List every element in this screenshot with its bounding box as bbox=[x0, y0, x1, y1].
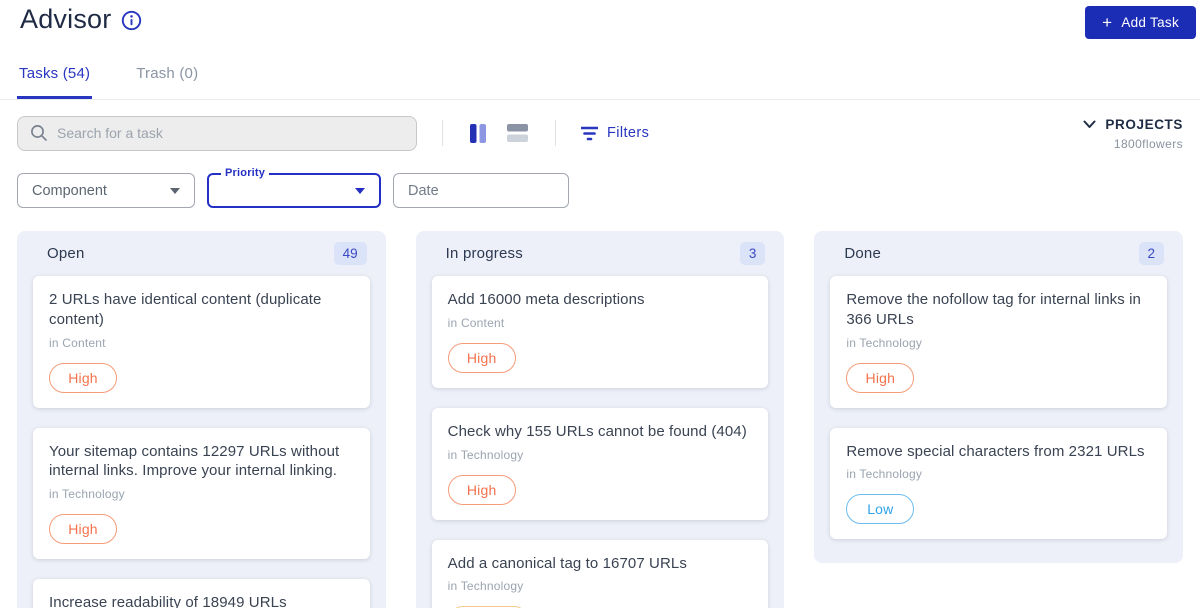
date-filter-label: Date bbox=[408, 182, 439, 199]
column-title: In progress bbox=[445, 245, 523, 262]
column-header: Done 2 bbox=[830, 231, 1167, 276]
add-task-label: Add Task bbox=[1121, 15, 1179, 30]
plus-icon: + bbox=[1102, 13, 1113, 32]
kanban-view-button[interactable] bbox=[468, 122, 489, 145]
filters-label: Filters bbox=[607, 125, 650, 141]
toolbar-divider bbox=[555, 120, 556, 146]
component-filter-label: Component bbox=[32, 182, 107, 199]
toolbar-divider bbox=[442, 120, 443, 146]
projects-label: PROJECTS bbox=[1105, 116, 1183, 132]
task-card[interactable]: Remove special characters from 2321 URLs… bbox=[830, 427, 1168, 540]
priority-badge: High bbox=[49, 514, 117, 545]
task-card[interactable]: Check why 155 URLs cannot be found (404)… bbox=[431, 407, 769, 520]
task-card[interactable]: Add a canonical tag to 16707 URLs in Tec… bbox=[431, 539, 769, 608]
list-view-icon bbox=[507, 124, 528, 142]
component-filter-select[interactable]: Component bbox=[17, 173, 195, 208]
chevron-down-icon bbox=[1083, 120, 1096, 129]
task-category: in Content bbox=[49, 335, 106, 350]
toolbar: Filters PROJECTS 1800flowers bbox=[0, 113, 1200, 153]
list-view-button[interactable] bbox=[505, 122, 530, 144]
search-input[interactable] bbox=[57, 125, 404, 141]
filters-button[interactable]: Filters bbox=[581, 125, 649, 141]
tab-trash[interactable]: Trash (0) bbox=[134, 65, 200, 99]
column-header: Open 49 bbox=[33, 231, 370, 276]
add-task-button[interactable]: + Add Task bbox=[1085, 6, 1196, 39]
search-box[interactable] bbox=[17, 115, 417, 151]
column-count-badge: 49 bbox=[333, 242, 367, 265]
advisor-app: Advisor + Add Task Tasks (54) Trash (0) bbox=[0, 0, 1200, 608]
column-done: Done 2 Remove the nofollow tag for inter… bbox=[814, 231, 1184, 564]
task-card[interactable]: Remove the nofollow tag for internal lin… bbox=[830, 276, 1168, 408]
priority-filter-label: Priority bbox=[221, 167, 270, 179]
task-category: in Technology bbox=[846, 335, 923, 350]
task-category: in Content bbox=[447, 315, 505, 330]
task-title: Your sitemap contains 12297 URLs without… bbox=[49, 442, 340, 480]
current-project-name: 1800flowers bbox=[1113, 136, 1183, 151]
kanban-board: Open 49 2 URLs have identical content (d… bbox=[0, 231, 1200, 608]
task-category: in Technology bbox=[49, 487, 125, 502]
priority-badge: High bbox=[49, 362, 117, 393]
priority-badge: High bbox=[447, 342, 516, 373]
column-count-badge: 2 bbox=[1138, 242, 1165, 265]
triangle-down-icon bbox=[355, 187, 365, 194]
triangle-down-icon bbox=[170, 187, 180, 194]
column-title: Done bbox=[844, 245, 882, 262]
page-header: Advisor + Add Task bbox=[0, 0, 1200, 39]
task-category: in Technology bbox=[447, 579, 524, 594]
task-title: Increase readability of 18949 URLs bbox=[49, 594, 287, 608]
task-card[interactable]: Increase readability of 18949 URLs in Co… bbox=[33, 579, 370, 608]
date-filter-input[interactable]: Date bbox=[393, 173, 569, 208]
info-icon[interactable] bbox=[121, 10, 142, 31]
tab-tasks[interactable]: Tasks (54) bbox=[17, 65, 93, 99]
task-category: in Technology bbox=[447, 447, 524, 462]
task-title: Check why 155 URLs cannot be found (404) bbox=[447, 422, 747, 440]
filter-row: Component Priority Date bbox=[0, 167, 1200, 208]
search-icon bbox=[30, 124, 48, 142]
priority-filter-select[interactable]: Priority bbox=[207, 167, 381, 208]
filter-icon bbox=[581, 126, 598, 141]
column-count-badge: 3 bbox=[739, 242, 766, 265]
task-category: in Technology bbox=[846, 467, 923, 482]
task-card[interactable]: Your sitemap contains 12297 URLs without… bbox=[33, 427, 370, 560]
task-card[interactable]: 2 URLs have identical content (duplicate… bbox=[33, 276, 370, 408]
priority-badge: Low bbox=[846, 494, 915, 525]
column-title: Open bbox=[47, 245, 85, 262]
task-title: Remove the nofollow tag for internal lin… bbox=[846, 291, 1141, 328]
page-title: Advisor bbox=[20, 4, 112, 34]
priority-badge: High bbox=[447, 474, 516, 505]
task-title: 2 URLs have identical content (duplicate… bbox=[49, 291, 322, 328]
priority-badge: High bbox=[846, 362, 915, 393]
task-title: Remove special characters from 2321 URLs bbox=[846, 442, 1145, 460]
projects-selector[interactable]: PROJECTS 1800flowers bbox=[1083, 116, 1183, 151]
column-open: Open 49 2 URLs have identical content (d… bbox=[17, 231, 386, 608]
column-in-progress: In progress 3 Add 16000 meta description… bbox=[415, 231, 785, 608]
tab-bar: Tasks (54) Trash (0) bbox=[0, 65, 1200, 100]
column-header: In progress 3 bbox=[432, 231, 769, 276]
kanban-view-icon bbox=[470, 123, 487, 143]
task-title: Add 16000 meta descriptions bbox=[447, 291, 645, 308]
task-title: Add a canonical tag to 16707 URLs bbox=[447, 554, 687, 572]
task-card[interactable]: Add 16000 meta descriptions in Content H… bbox=[431, 276, 769, 388]
